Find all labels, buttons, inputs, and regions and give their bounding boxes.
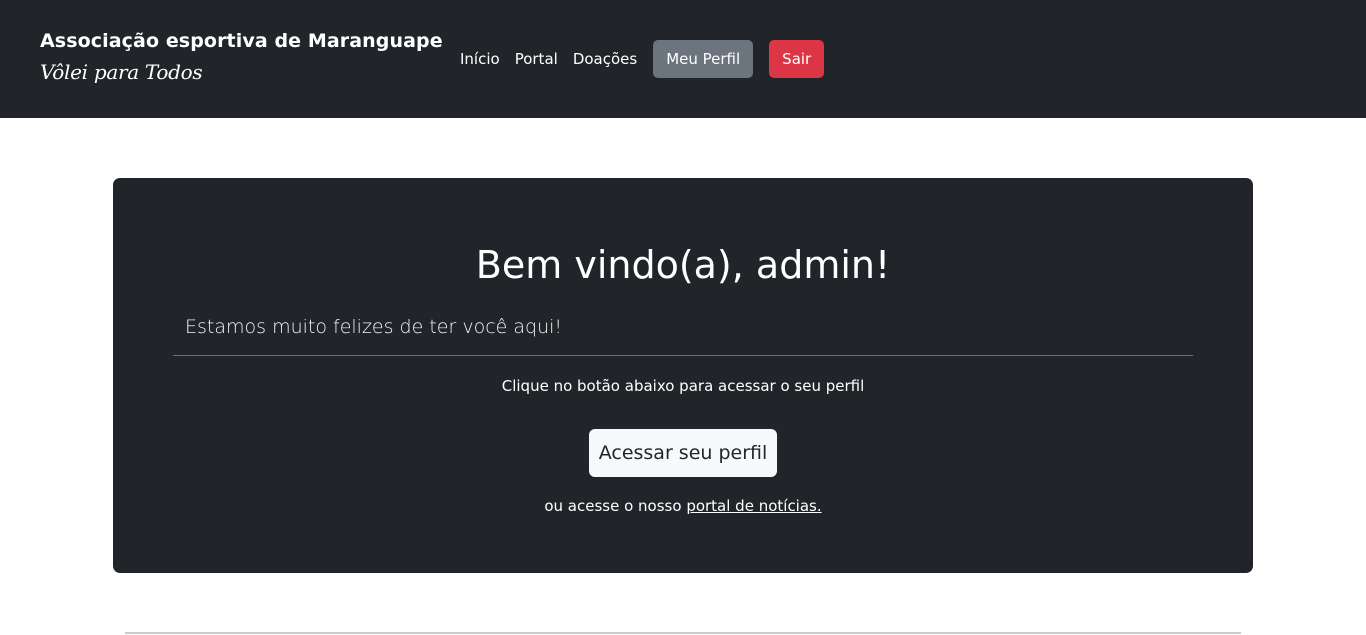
nav-link-home[interactable]: Início bbox=[460, 50, 500, 68]
welcome-heading: Bem vindo(a), admin! bbox=[475, 243, 891, 287]
brand[interactable]: Associação esportiva de Maranguape Vôlei… bbox=[40, 28, 443, 85]
news-portal-link[interactable]: portal de notícias. bbox=[686, 497, 821, 515]
top-navbar: Associação esportiva de Maranguape Vôlei… bbox=[0, 0, 1366, 118]
alt-text: ou acesse o nosso portal de notícias. bbox=[113, 495, 1253, 517]
brand-tagline: Vôlei para Todos bbox=[40, 60, 203, 84]
logout-button[interactable]: Sair bbox=[769, 40, 825, 78]
footer-divider bbox=[125, 632, 1241, 634]
brand-title: Associação esportiva de Maranguape bbox=[40, 30, 443, 52]
nav-link-donations[interactable]: Doações bbox=[573, 50, 637, 68]
my-profile-button[interactable]: Meu Perfil bbox=[653, 40, 754, 78]
nav-links: Início Portal Doações Meu Perfil Sair bbox=[460, 40, 825, 78]
divider bbox=[173, 355, 1193, 356]
cta-text: Clique no botão abaixo para acessar o se… bbox=[501, 377, 865, 395]
welcome-lead: Estamos muito felizes de ter você aqui! bbox=[185, 316, 563, 338]
access-profile-button[interactable]: Acessar seu perfil bbox=[589, 429, 777, 477]
welcome-card: Bem vindo(a), admin! Estamos muito feliz… bbox=[113, 178, 1253, 573]
nav-link-portal[interactable]: Portal bbox=[515, 50, 558, 68]
alt-text-prefix: ou acesse o nosso bbox=[544, 497, 687, 515]
